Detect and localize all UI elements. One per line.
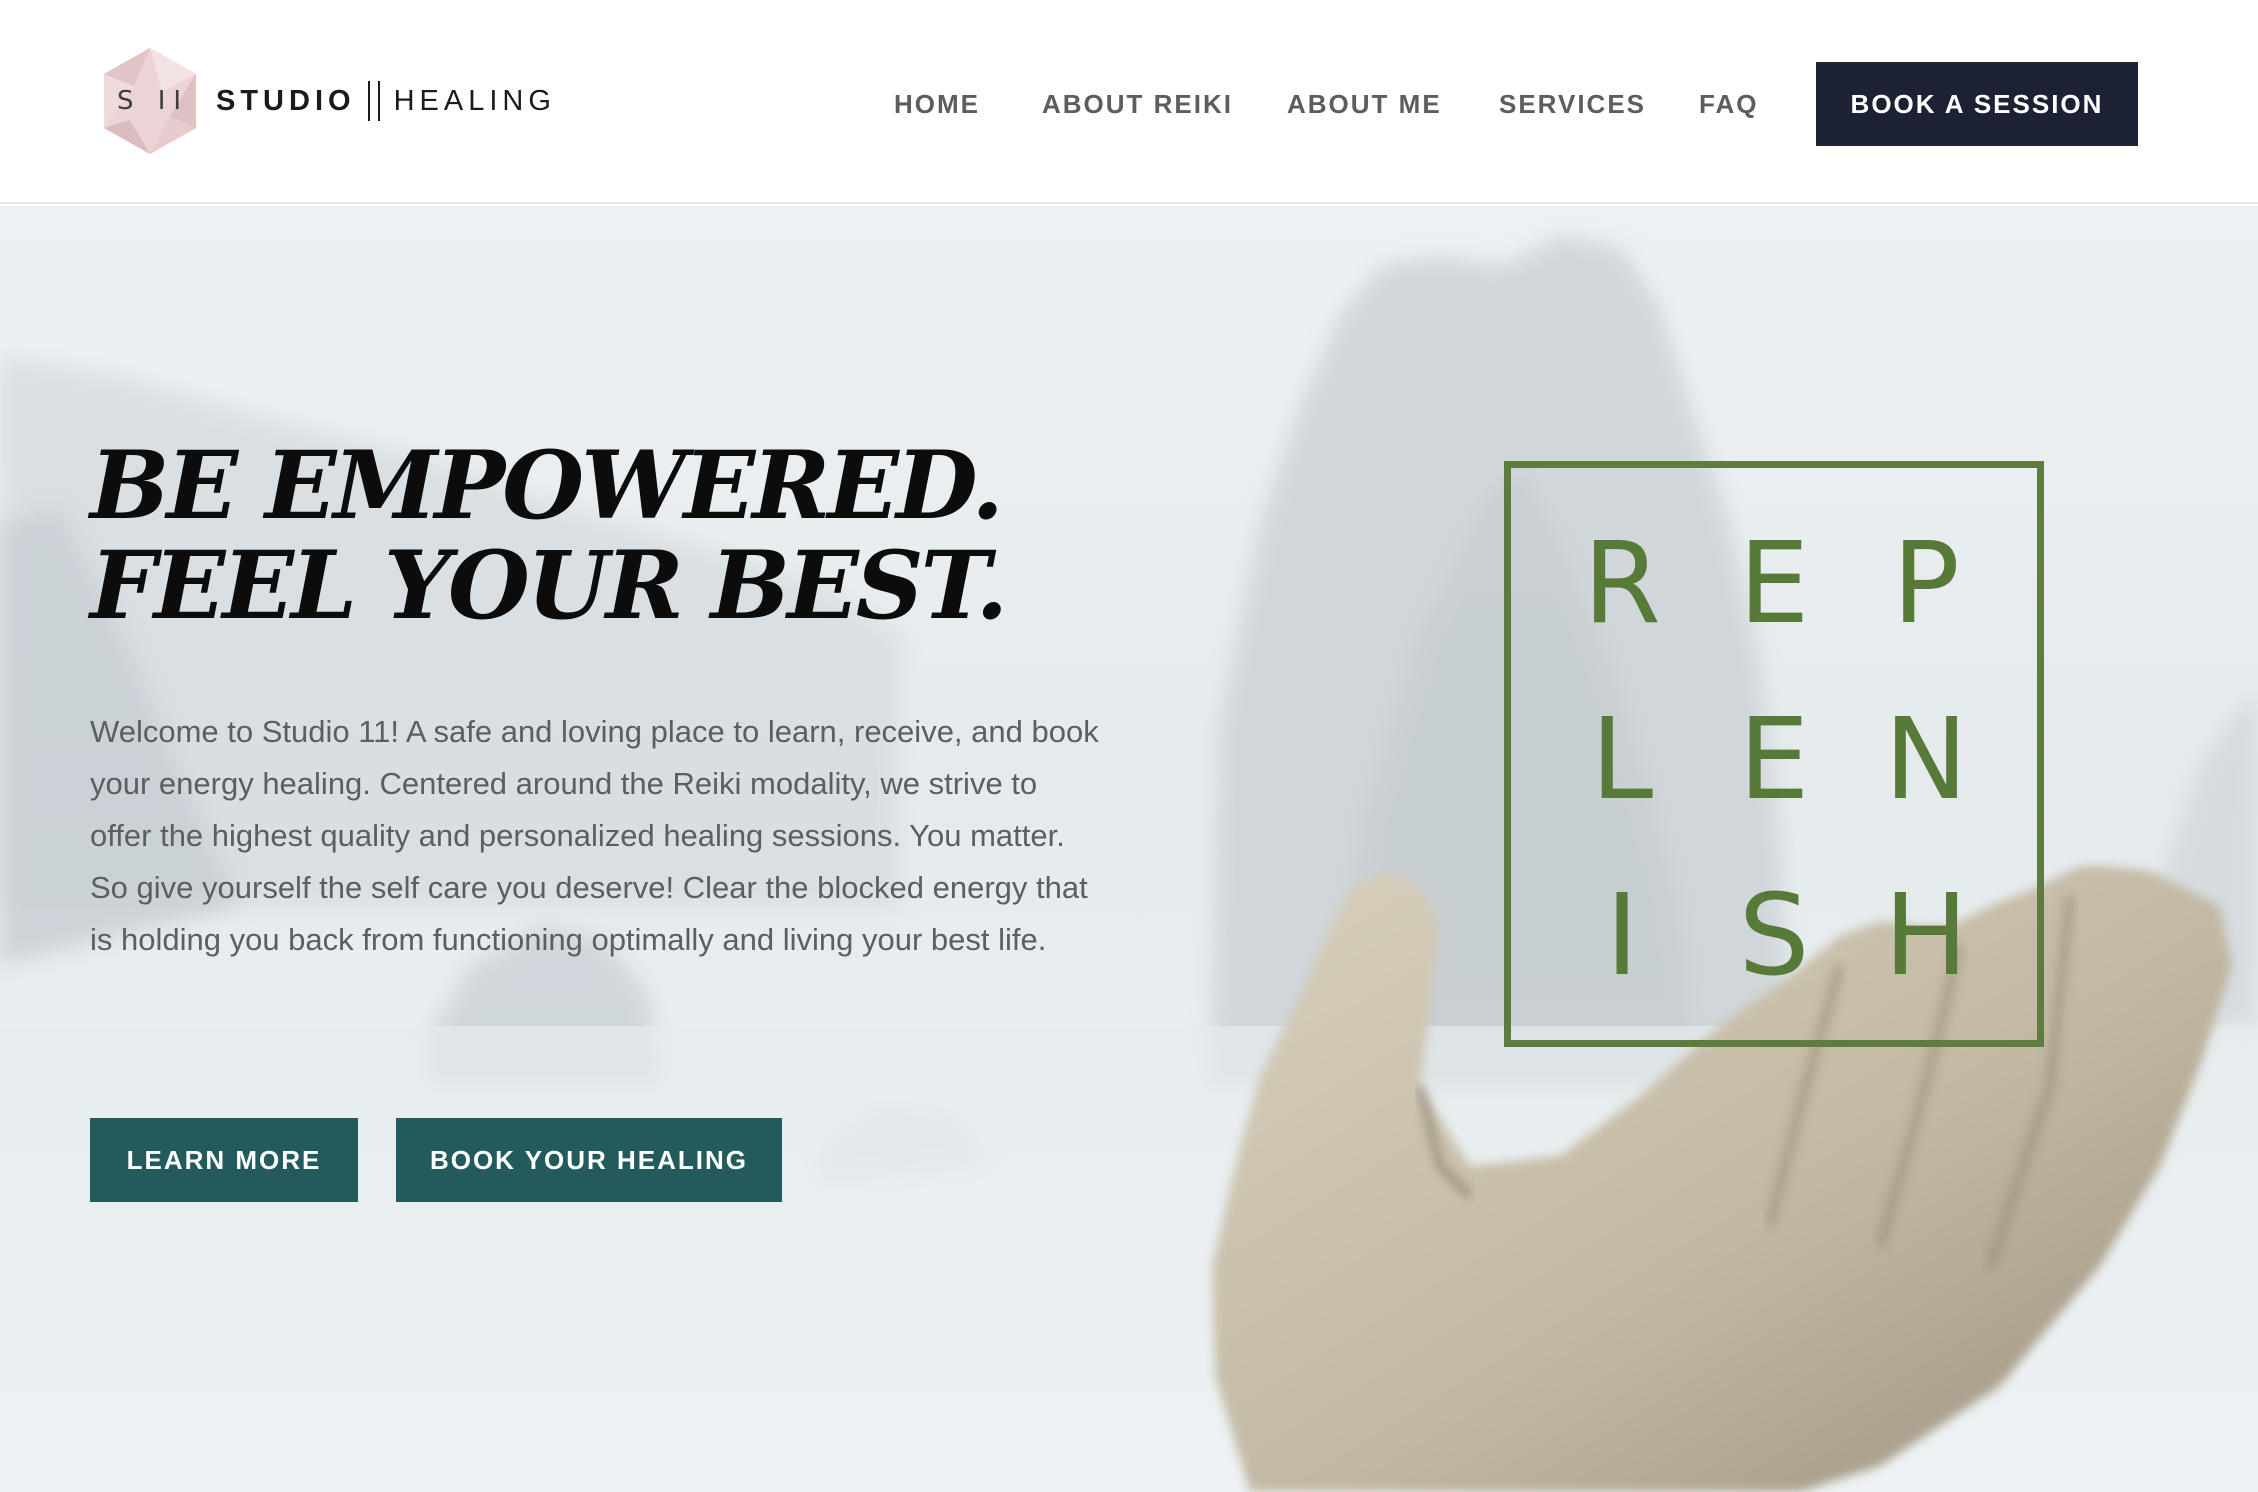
site-header: S II STUDIO HEALING HOME ABOUT REIKI ABO…: [0, 0, 2258, 204]
logo-divider: [367, 81, 380, 121]
hero-heading-line-2: FEEL YOUR BEST.: [90, 531, 1008, 641]
replenish-graphic: R E P L E N I S H: [1504, 461, 2044, 1047]
book-session-button[interactable]: BOOK A SESSION: [1816, 62, 2138, 146]
replenish-letter: S: [1738, 871, 1810, 1001]
logo-hexagon-icon: S II: [100, 46, 200, 156]
hero-heading-line-1: BE EMPOWERED.: [90, 431, 1004, 541]
hero-description: Welcome to Studio 11! A safe and loving …: [90, 714, 1099, 957]
nav-item-about-me[interactable]: ABOUT ME: [1287, 62, 1442, 146]
nav-item-about-reiki[interactable]: ABOUT REIKI: [1042, 62, 1233, 146]
site-logo[interactable]: S II STUDIO HEALING: [100, 46, 556, 156]
replenish-letter: P: [1892, 519, 1960, 649]
hero-section: BE EMPOWERED. FEEL YOUR BEST. Welcome to…: [0, 206, 2258, 1492]
replenish-letter: L: [1590, 695, 1654, 825]
replenish-letter: R: [1583, 519, 1661, 649]
logo-mark-text: S II: [116, 86, 190, 116]
replenish-letter: E: [1738, 519, 1810, 649]
learn-more-button[interactable]: LEARN MORE: [90, 1118, 358, 1202]
replenish-letter: E: [1738, 695, 1810, 825]
replenish-letter: I: [1605, 871, 1639, 1001]
replenish-letter: H: [1883, 871, 1969, 1001]
replenish-letter: N: [1884, 695, 1968, 825]
nav-item-services[interactable]: SERVICES: [1499, 62, 1646, 146]
nav-item-faq[interactable]: FAQ: [1699, 62, 1758, 146]
book-healing-button[interactable]: BOOK YOUR HEALING: [396, 1118, 782, 1202]
hero-heading: BE EMPOWERED. FEEL YOUR BEST.: [90, 431, 1008, 641]
nav-item-home[interactable]: HOME: [894, 62, 980, 146]
logo-word-healing: HEALING: [393, 84, 556, 117]
logo-word-studio: STUDIO: [216, 84, 356, 117]
